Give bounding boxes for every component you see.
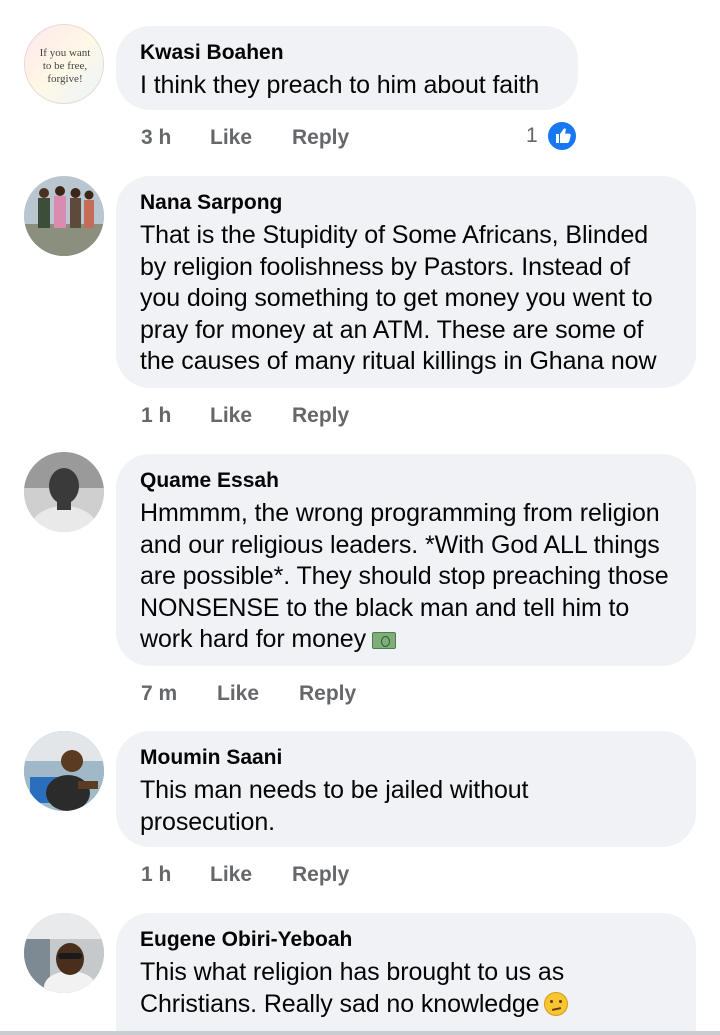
- comment-text: Hmmmm, the wrong programming from religi…: [140, 499, 669, 653]
- avatar[interactable]: If you want to be free, forgive!: [24, 24, 104, 104]
- comment-author[interactable]: Nana Sarpong: [140, 190, 672, 216]
- comment-author[interactable]: Eugene Obiri-Yeboah: [140, 927, 672, 953]
- reply-button[interactable]: Reply: [292, 402, 349, 430]
- svg-text:forgive!: forgive!: [47, 73, 82, 85]
- profile-photo-avatar-image: [24, 913, 104, 993]
- unamused-face-emoji-icon: [543, 991, 568, 1016]
- quote-card-avatar-image: If you want to be free, forgive!: [25, 25, 103, 103]
- reply-button[interactable]: Reply: [292, 861, 349, 889]
- comment-text: That is the Stupidity of Some Africans, …: [140, 221, 657, 375]
- comment-text: This what religion has brought to us as …: [140, 957, 672, 1020]
- comment-time[interactable]: 1 h: [141, 861, 171, 889]
- comment-time[interactable]: 1 h: [141, 402, 171, 430]
- reaction-count[interactable]: 1: [526, 122, 538, 150]
- comment-time[interactable]: 7 m: [141, 680, 177, 708]
- comment-bubble: Quame Essah Hmmmm, the wrong programming…: [116, 454, 696, 666]
- comment-text: This man needs to be jailed without pros…: [140, 776, 529, 836]
- like-button[interactable]: Like: [210, 124, 252, 152]
- comment-bubble: Eugene Obiri-Yeboah This what religion h…: [116, 913, 696, 1031]
- profile-photo-avatar-image: [24, 452, 104, 532]
- comment-text: I think they preach to him about faith: [140, 71, 540, 99]
- avatar[interactable]: [24, 913, 104, 993]
- avatar[interactable]: [24, 731, 104, 811]
- thumbs-up-icon[interactable]: [546, 120, 578, 152]
- group-photo-avatar-image: [24, 176, 104, 256]
- profile-photo-avatar-image: [24, 731, 104, 811]
- comment-bubble: Kwasi Boahen I think they preach to him …: [116, 26, 578, 110]
- comment-author[interactable]: Kwasi Boahen: [140, 40, 554, 66]
- comment-time[interactable]: 3 h: [141, 124, 171, 152]
- comment-author[interactable]: Moumin Saani: [140, 745, 672, 771]
- like-button[interactable]: Like: [217, 680, 259, 708]
- avatar[interactable]: [24, 452, 104, 532]
- reply-button[interactable]: Reply: [299, 680, 356, 708]
- like-button[interactable]: Like: [210, 861, 252, 889]
- avatar[interactable]: [24, 176, 104, 256]
- comment-bubble: Nana Sarpong That is the Stupidity of So…: [116, 176, 696, 388]
- svg-text:If you want: If you want: [40, 47, 91, 59]
- reply-button[interactable]: Reply: [292, 124, 349, 152]
- bottom-divider: [0, 1031, 720, 1035]
- svg-text:to be free,: to be free,: [43, 60, 88, 72]
- money-emoji-icon: [371, 632, 396, 649]
- like-button[interactable]: Like: [210, 402, 252, 430]
- comment-bubble: Moumin Saani This man needs to be jailed…: [116, 731, 696, 847]
- comment-author[interactable]: Quame Essah: [140, 468, 672, 494]
